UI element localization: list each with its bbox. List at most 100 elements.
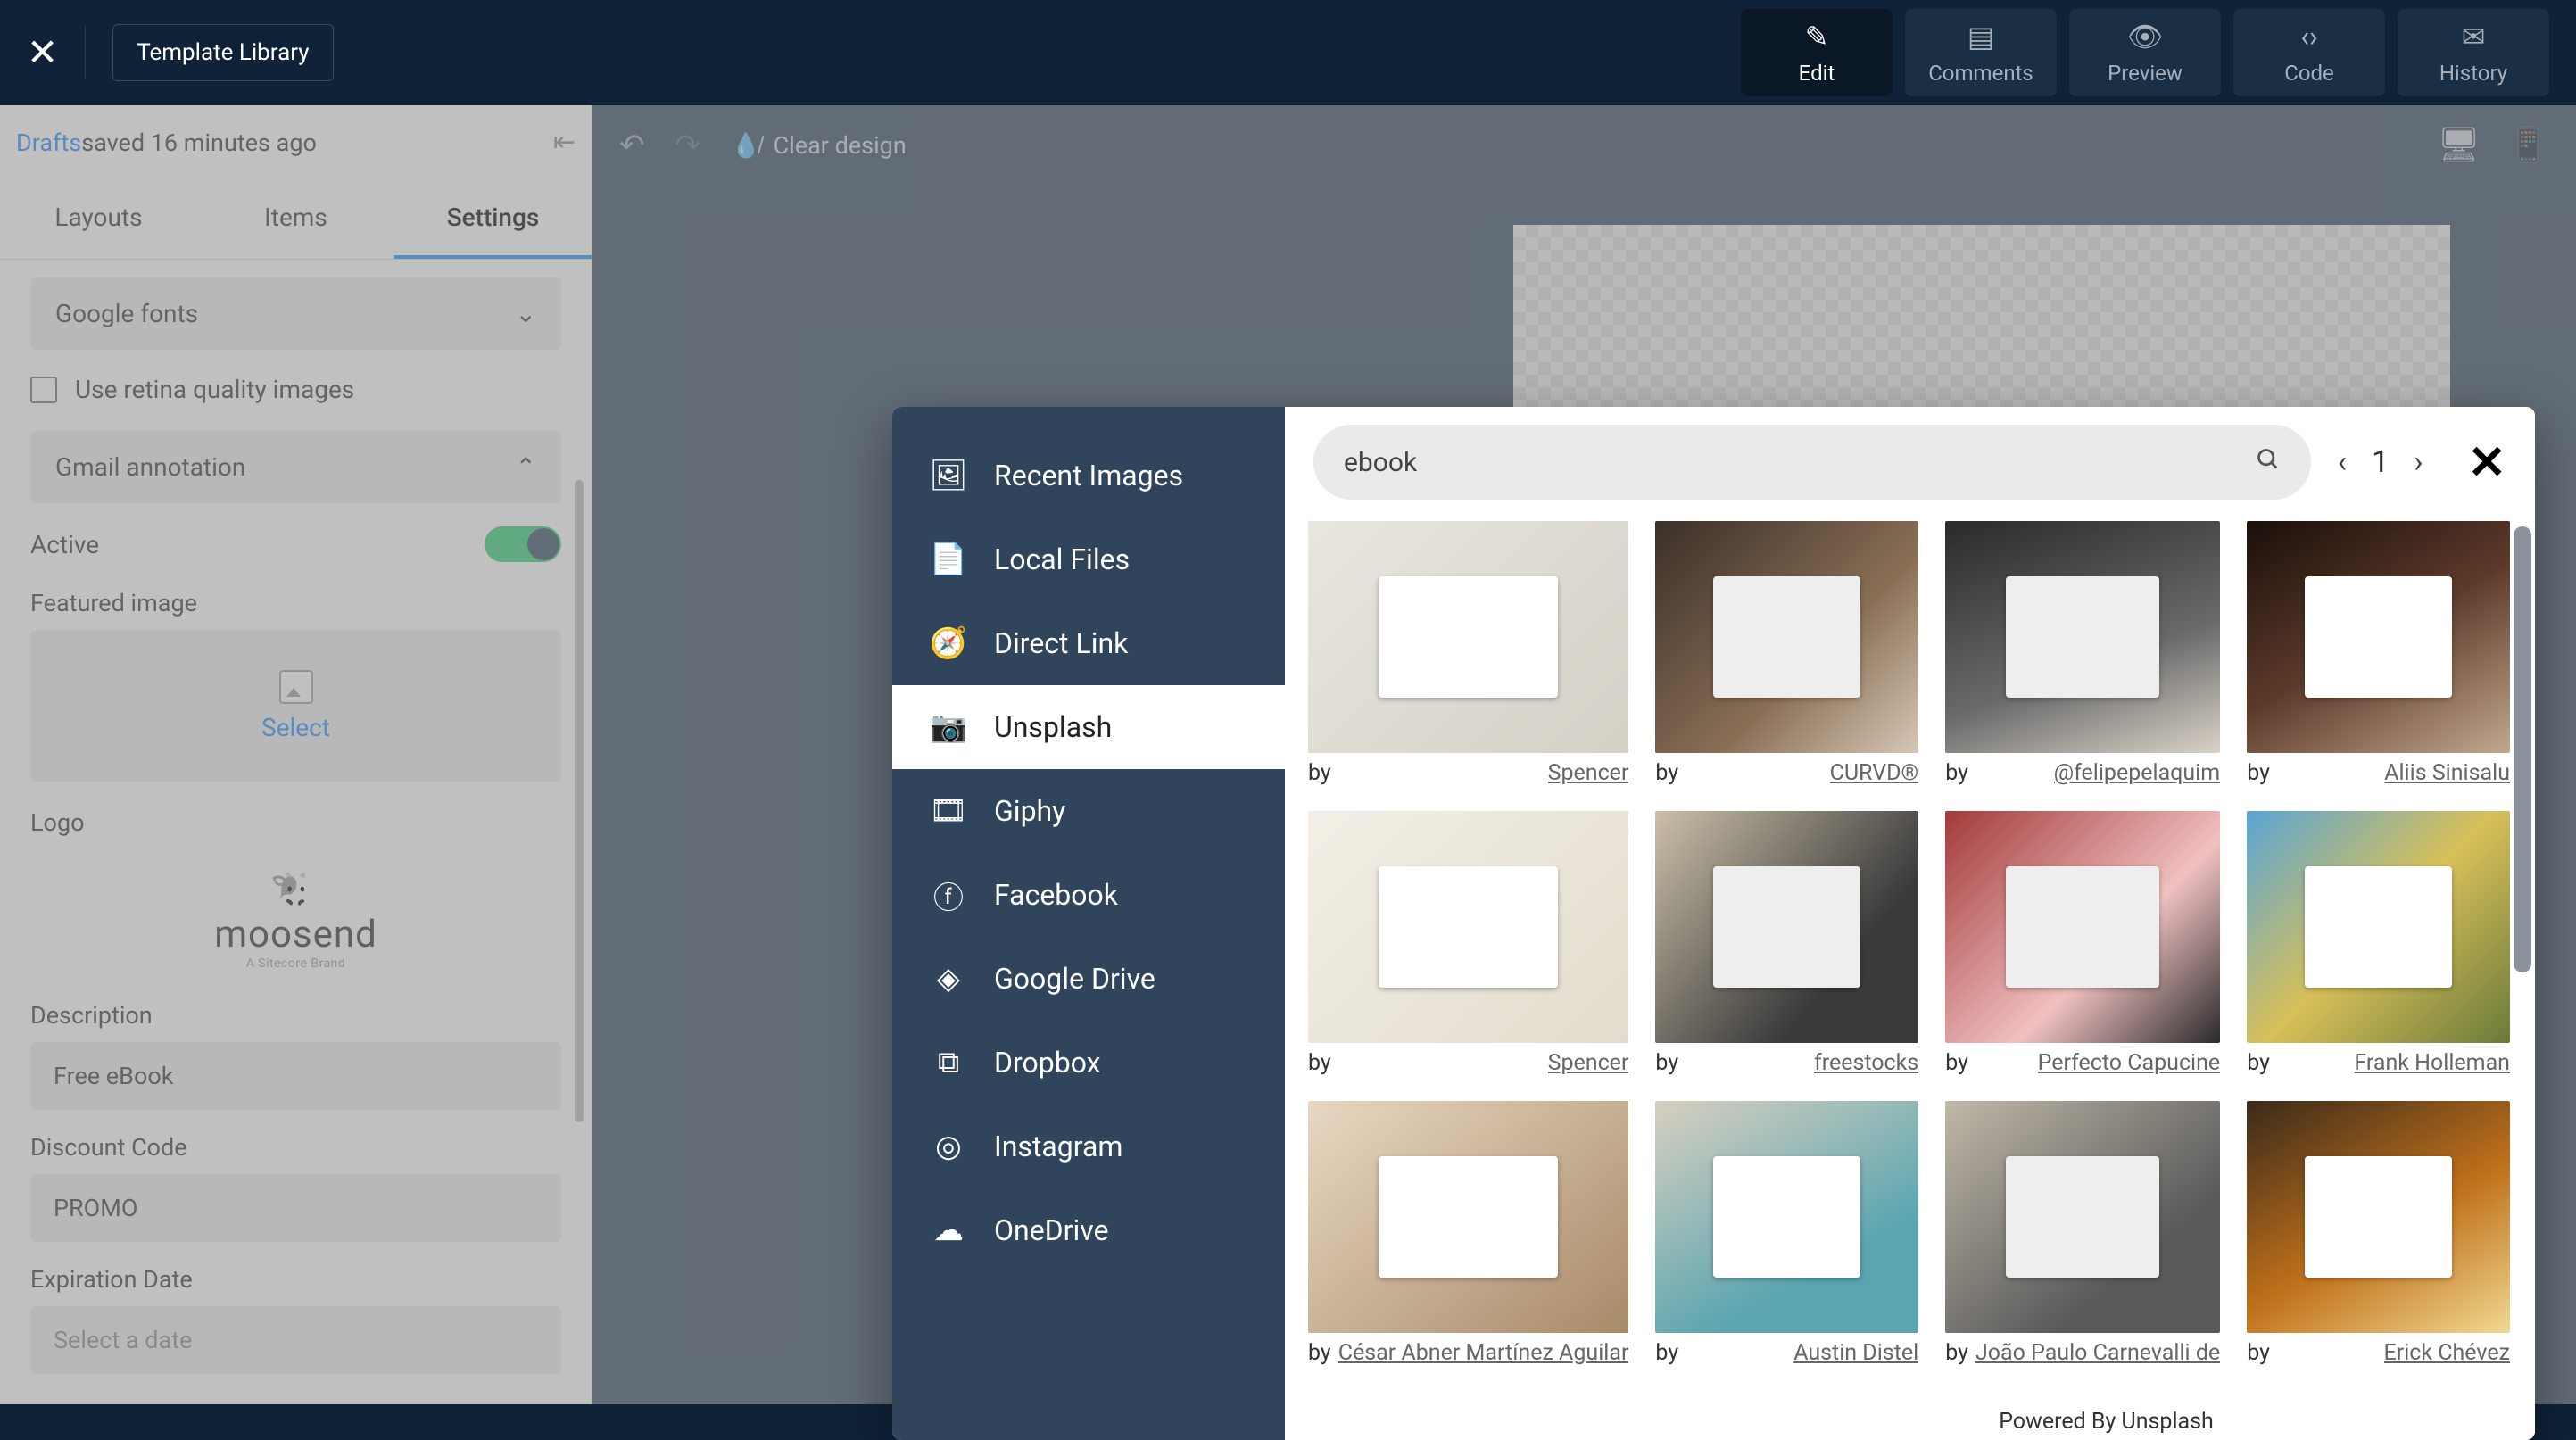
chat-icon: ▤ (1967, 20, 1994, 54)
author-link[interactable]: CURVD® (1830, 760, 1919, 786)
author-link[interactable]: Perfecto Capucine (2038, 1050, 2221, 1076)
result-thumb[interactable]: by César Abner Martínez Aguilar (1308, 1101, 1628, 1366)
source-label: Unsplash (994, 710, 1112, 744)
page-number: 1 (2372, 444, 2389, 480)
mode-tab-comments[interactable]: ▤ Comments (1905, 9, 2057, 96)
mode-tabs: ✎ Edit ▤ Comments 👁 Preview ‹› Code ✉ Hi… (1741, 9, 2549, 96)
author-link[interactable]: @felipepelaquim (2054, 760, 2221, 786)
top-bar: ✕ Template Library ✎ Edit ▤ Comments 👁 P… (0, 0, 2576, 105)
pencil-icon: ✎ (1805, 20, 1829, 54)
thumb-image[interactable] (1945, 521, 2220, 753)
thumb-image[interactable] (1945, 811, 2220, 1043)
by-label: by (2247, 1050, 2270, 1076)
source-direct-link[interactable]: 🧭 Direct Link (892, 601, 1285, 685)
thumb-image[interactable] (2247, 521, 2510, 753)
result-thumb[interactable]: byAliis Sinisalu (2247, 521, 2510, 786)
divider (85, 26, 86, 79)
mode-tab-edit[interactable]: ✎ Edit (1741, 9, 1893, 96)
mode-label: Edit (1799, 61, 1835, 86)
result-thumb[interactable]: by Frank Holleman (2247, 811, 2510, 1076)
instagram-icon: ◎ (932, 1130, 965, 1163)
mode-tab-code[interactable]: ‹› Code (2233, 9, 2385, 96)
source-local-files[interactable]: 📄 Local Files (892, 517, 1285, 601)
author-link[interactable]: Erick Chévez (2384, 1340, 2510, 1366)
result-thumb[interactable]: by Austin Distel (1655, 1101, 1918, 1366)
result-thumb[interactable]: by Erick Chévez (2247, 1101, 2510, 1366)
by-label: by (1655, 1050, 1678, 1076)
template-library-button[interactable]: Template Library (112, 24, 333, 81)
by-label: by (1308, 1340, 1331, 1366)
source-unsplash[interactable]: 📷 Unsplash (892, 685, 1285, 769)
source-label: Instagram (994, 1130, 1122, 1163)
author-link[interactable]: Aliis Sinisalu (2384, 760, 2510, 786)
author-link[interactable]: Spencer (1548, 760, 1629, 786)
search-field[interactable] (1313, 425, 2311, 500)
author-link[interactable]: Spencer (1548, 1050, 1629, 1076)
result-thumb[interactable]: byPerfecto Capucine (1945, 811, 2220, 1076)
by-label: by (1308, 760, 1331, 786)
author-link[interactable]: João Paulo Carnevalli de (1975, 1340, 2220, 1366)
film-icon: 🎞 (932, 794, 965, 828)
thumb-image[interactable] (2247, 1101, 2510, 1333)
search-icon[interactable] (2256, 444, 2281, 480)
source-label: Dropbox (994, 1046, 1101, 1080)
source-label: Direct Link (994, 626, 1128, 660)
author-link[interactable]: Frank Holleman (2354, 1050, 2510, 1076)
source-label: OneDrive (994, 1213, 1109, 1247)
by-label: by (1945, 760, 1968, 786)
source-onedrive[interactable]: ☁ OneDrive (892, 1188, 1285, 1272)
file-icon: 📄 (932, 542, 965, 576)
next-page-icon[interactable]: › (2414, 444, 2423, 480)
thumb-image[interactable] (1308, 1101, 1628, 1333)
mode-tab-history[interactable]: ✉ History (2398, 9, 2549, 96)
result-thumb[interactable]: bySpencer (1308, 811, 1628, 1076)
by-label: by (2247, 1340, 2270, 1366)
envelope-icon: ✉ (2462, 20, 2486, 54)
by-label: by (1655, 1340, 1678, 1366)
result-thumb[interactable]: by Spencer (1308, 521, 1628, 786)
powered-by-unsplash: Powered By Unsplash (1677, 1400, 2535, 1440)
thumb-image[interactable] (1945, 1101, 2220, 1333)
mode-label: History (2439, 61, 2507, 86)
thumb-image[interactable] (2247, 811, 2510, 1043)
mode-label: Comments (1928, 61, 2033, 86)
cloud-icon: ☁ (932, 1213, 965, 1247)
source-dropbox[interactable]: ⧉Dropbox (892, 1021, 1285, 1105)
source-facebook[interactable]: ⓕFacebook (892, 853, 1285, 937)
mode-tab-preview[interactable]: 👁 Preview (2069, 9, 2221, 96)
source-label: Google Drive (994, 962, 1155, 996)
thumb-image[interactable] (1655, 521, 1918, 753)
result-thumb[interactable]: byCURVD® (1655, 521, 1918, 786)
result-thumb[interactable]: byJoão Paulo Carnevalli de (1945, 1101, 2220, 1366)
image-icon: 🖼 (932, 459, 965, 492)
author-link[interactable]: freestocks (1814, 1050, 1918, 1076)
main: Drafts saved 16 minutes ago ⇤ Layouts It… (0, 105, 2576, 1404)
result-thumb[interactable]: by @felipepelaquim (1945, 521, 2220, 786)
source-giphy[interactable]: 🎞Giphy (892, 769, 1285, 853)
source-instagram[interactable]: ◎ Instagram (892, 1105, 1285, 1188)
image-picker-main: ‹ 1 › ✕ bySpencer byCURVD® by@felipepela… (1285, 407, 2535, 1440)
thumb-image[interactable] (1308, 811, 1628, 1043)
source-label: Local Files (994, 542, 1130, 576)
author-link[interactable]: Austin Distel (1793, 1340, 1918, 1366)
compass-icon: 🧭 (932, 626, 965, 660)
search-input[interactable] (1344, 447, 2238, 478)
thumb-image[interactable] (1655, 811, 1918, 1043)
mode-label: Code (2284, 61, 2334, 86)
grid-scrollbar[interactable] (2514, 526, 2531, 972)
source-recent-images[interactable]: 🖼Recent Images (892, 434, 1285, 517)
thumb-image[interactable] (1655, 1101, 1918, 1333)
camera-icon: 📷 (932, 710, 965, 744)
topbar-left: ✕ Template Library (27, 24, 334, 81)
close-modal-icon[interactable]: ✕ (2467, 435, 2506, 490)
prev-page-icon[interactable]: ‹ (2338, 444, 2347, 480)
results-grid[interactable]: bySpencer byCURVD® by@felipepelaquim byA… (1285, 517, 2535, 1440)
close-editor-icon[interactable]: ✕ (27, 30, 58, 75)
eye-icon: 👁 (2127, 20, 2164, 54)
source-label: Facebook (994, 878, 1118, 912)
author-link[interactable]: César Abner Martínez Aguilar (1338, 1340, 1629, 1366)
result-thumb[interactable]: by freestocks (1655, 811, 1918, 1076)
source-google-drive[interactable]: ◈Google Drive (892, 937, 1285, 1021)
thumb-image[interactable] (1308, 521, 1628, 753)
mode-label: Preview (2108, 61, 2183, 86)
